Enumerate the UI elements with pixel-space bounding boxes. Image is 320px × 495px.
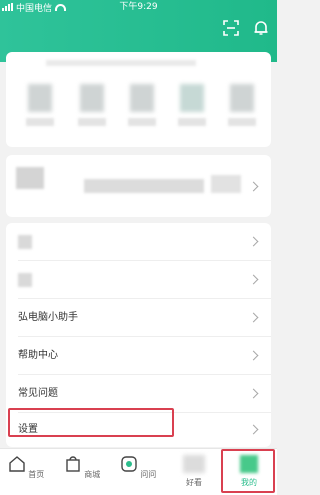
blurred-row[interactable] bbox=[6, 223, 271, 261]
tab-video[interactable]: 好看 bbox=[174, 455, 214, 488]
blurred-top-line bbox=[46, 60, 196, 66]
menu-item-label: 帮助中心 bbox=[18, 350, 58, 361]
banner-thumb bbox=[16, 167, 44, 189]
chevron-right-icon bbox=[248, 236, 259, 247]
chevron-right-icon bbox=[248, 312, 259, 323]
chevron-right-icon bbox=[248, 424, 259, 435]
shortcut-item[interactable] bbox=[124, 84, 160, 126]
blurred-label bbox=[18, 273, 32, 287]
ask-icon bbox=[121, 456, 137, 472]
scan-icon[interactable] bbox=[223, 20, 239, 36]
menu-item-help[interactable]: 帮助中心 bbox=[6, 337, 271, 375]
status-bar: 中国电信 下午9:29 bbox=[0, 0, 277, 14]
shortcut-item[interactable] bbox=[74, 84, 110, 126]
chevron-right-icon bbox=[248, 350, 259, 361]
tab-label: 首页 bbox=[28, 470, 45, 479]
chevron-right-icon bbox=[248, 274, 259, 285]
video-icon bbox=[183, 455, 205, 473]
tab-shop[interactable]: 商城 bbox=[62, 455, 102, 480]
shortcut-item[interactable] bbox=[174, 84, 210, 126]
tab-home[interactable]: 首页 bbox=[6, 455, 46, 480]
shortcut-card bbox=[6, 52, 271, 147]
banner-card[interactable] bbox=[6, 155, 271, 217]
home-icon bbox=[9, 456, 25, 472]
shortcut-item[interactable] bbox=[22, 84, 58, 126]
banner-button bbox=[211, 175, 241, 193]
tab-ask[interactable]: 问问 bbox=[118, 455, 158, 480]
shortcut-item[interactable] bbox=[224, 84, 260, 126]
bell-icon[interactable] bbox=[253, 20, 269, 36]
blurred-label bbox=[18, 235, 32, 249]
banner-text bbox=[84, 179, 204, 193]
tab-label: 好看 bbox=[186, 478, 202, 487]
shop-bag-icon bbox=[66, 456, 80, 472]
tab-label: 商城 bbox=[84, 470, 101, 479]
profile-tab-highlight bbox=[221, 449, 275, 493]
status-time: 下午9:29 bbox=[119, 2, 158, 12]
tab-label: 问问 bbox=[140, 470, 157, 479]
blurred-row[interactable] bbox=[6, 261, 271, 299]
menu-item-assistant[interactable]: 弘电脑小助手 bbox=[6, 299, 271, 337]
settings-highlight bbox=[8, 408, 174, 437]
chevron-right-icon bbox=[248, 388, 259, 399]
chevron-right-icon bbox=[248, 181, 259, 192]
menu-item-label: 弘电脑小助手 bbox=[18, 312, 78, 323]
